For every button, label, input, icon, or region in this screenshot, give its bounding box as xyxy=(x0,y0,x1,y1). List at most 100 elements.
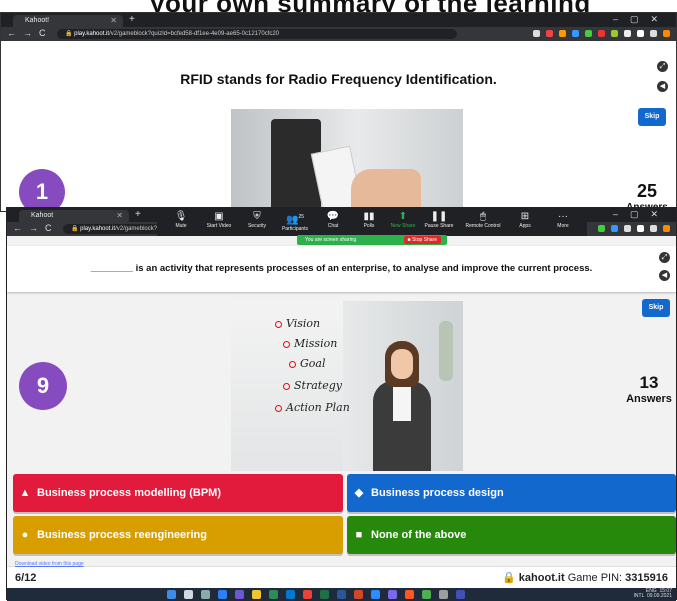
windows-taskbar: ENG 15:07 INTL 09.09.2021 xyxy=(7,588,676,601)
remote-icon: 🖱 xyxy=(480,211,486,222)
skip-button[interactable]: Skip xyxy=(638,108,666,126)
security-button[interactable]: ⛨ Security xyxy=(237,211,277,229)
window-controls[interactable]: –▢✕ xyxy=(613,14,670,25)
start-video-button[interactable]: ▣ Start Video xyxy=(199,211,239,229)
word-icon xyxy=(337,590,346,599)
powerpoint-icon xyxy=(354,590,363,599)
pause-icon: ❚❚ xyxy=(430,211,448,222)
store-icon xyxy=(286,590,295,599)
chat-button[interactable]: 💬 Chat xyxy=(313,211,353,229)
answer-option-yellow[interactable]: ● Business process reengineering xyxy=(13,516,343,554)
step-item: Strategy xyxy=(283,379,342,392)
answer-option-green[interactable]: ■ None of the above xyxy=(347,516,676,554)
woman-figure xyxy=(371,341,431,471)
participants-icon: 👥25 xyxy=(285,214,304,226)
window-controls[interactable]: –▢✕ xyxy=(613,209,670,220)
remote-control-button[interactable]: 🖱 Remote Control xyxy=(459,211,507,229)
question-title: RFID stands for Radio Frequency Identifi… xyxy=(180,71,497,87)
sound-icon[interactable]: ◀ xyxy=(659,270,670,281)
mute-button[interactable]: 🎙 Mute xyxy=(161,211,201,229)
step-item: Mission xyxy=(283,337,337,350)
zoom-icon xyxy=(371,590,380,599)
excel-icon xyxy=(320,590,329,599)
answers-counter: 13 Answers xyxy=(622,373,676,405)
game-pin-label: Game PIN: xyxy=(567,572,623,584)
top-banner: your own summary of the learning xyxy=(0,0,677,12)
game-info: 🔒 kahoot.it Game PIN: 3315916 xyxy=(502,571,668,584)
app-icon xyxy=(456,590,465,599)
share-icon: ⬆ xyxy=(398,211,408,222)
answers-counter: 25 Answers xyxy=(622,181,672,210)
app-icon xyxy=(405,590,414,599)
banner-text: your own summary of the learning xyxy=(150,0,591,12)
nav-buttons[interactable]: ←→C xyxy=(7,28,53,38)
kahoot-footer: Download video from this page 6/12 🔒 kah… xyxy=(7,561,676,588)
settings-icon xyxy=(439,590,448,599)
microphone-icon: 🎙 xyxy=(174,211,188,222)
answers-count-label: Answers xyxy=(626,393,672,405)
widgets-icon xyxy=(218,590,227,599)
answer-option-blue[interactable]: ◆ Business process design xyxy=(347,474,676,512)
new-tab-icon[interactable]: + xyxy=(135,209,141,220)
more-icon: ··· xyxy=(558,211,568,222)
answer-option-red[interactable]: ▲ Business process modelling (BPM) xyxy=(13,474,343,512)
edge-icon xyxy=(269,590,278,599)
extension-icons[interactable] xyxy=(533,30,670,38)
address-bar: ←→C 🔒 play.kahoot.it/v2/gameblock?quizId… xyxy=(1,27,676,41)
question-progress: 6/12 xyxy=(15,572,37,584)
question-title: ________ is an activity that represents … xyxy=(90,263,593,274)
tray-date: 09.09.2021 xyxy=(646,593,672,599)
game-pin: 3315916 xyxy=(625,572,668,584)
circle-icon: ● xyxy=(21,529,29,541)
close-tab-icon[interactable]: ✕ xyxy=(116,211,123,220)
browser-tab[interactable]: Kahoot ✕ xyxy=(19,210,129,222)
apps-button[interactable]: ⊞ Apps xyxy=(505,211,545,229)
question-image-rfid xyxy=(231,109,463,213)
search-icon xyxy=(184,590,193,599)
taskbar-icons[interactable] xyxy=(167,590,465,599)
extension-icons[interactable] xyxy=(598,225,670,233)
kahoot-content: ________ is an activity that represents … xyxy=(7,246,676,578)
skip-button[interactable]: Skip xyxy=(642,299,670,317)
participants-button[interactable]: 👥25 Participants xyxy=(275,211,315,232)
explorer-icon xyxy=(252,590,261,599)
url-field[interactable]: 🔒 play.kahoot.it/v2/gameblock?quizId=bcf… xyxy=(57,29,457,39)
step-item: Vision xyxy=(275,317,320,330)
sound-icon[interactable]: ◀ xyxy=(657,81,668,92)
question-image-vision-plan: Vision Mission Goal Strategy Action Plan xyxy=(231,301,463,471)
new-tab-icon[interactable]: + xyxy=(129,14,135,25)
close-tab-icon[interactable]: ✕ xyxy=(110,16,117,25)
fullscreen-icon[interactable]: ⤢ xyxy=(659,252,670,263)
screen-sharing-text: You are screen sharing xyxy=(305,237,357,243)
front-browser-window: Kahoot✕ + –▢✕ ←→C 🔒 play.kahoot.it/v2/ga… xyxy=(6,207,677,601)
system-tray[interactable]: ENG 15:07 INTL 09.09.2021 xyxy=(634,589,672,599)
brand-name: kahoot.it xyxy=(518,572,565,584)
zoom-toolbar: 🎙 Mute ▣ Start Video ⛨ Security 👥25 Particip… xyxy=(157,208,587,236)
app-icon xyxy=(422,590,431,599)
task-view-icon xyxy=(201,590,210,599)
question-bar: ________ is an activity that represents … xyxy=(7,246,676,292)
tab-title: Kahoot! xyxy=(25,17,50,24)
diamond-icon: ◆ xyxy=(354,487,364,499)
square-icon: ■ xyxy=(355,529,363,541)
fullscreen-icon[interactable]: ⤢ xyxy=(657,61,668,72)
answers-count-value: 25 xyxy=(636,181,658,201)
start-icon xyxy=(167,590,176,599)
browser-tab[interactable]: Kahoot! ✕ xyxy=(13,15,123,27)
new-share-button[interactable]: ⬆ New Share xyxy=(383,211,423,229)
nav-buttons[interactable]: ←→C xyxy=(13,223,59,233)
download-video-link[interactable]: Download video from this page xyxy=(15,561,84,567)
answers-count-value: 13 xyxy=(639,373,659,392)
video-icon: ▣ xyxy=(214,211,224,222)
tab-title: Kahoot xyxy=(31,212,54,219)
step-item: Goal xyxy=(289,357,326,370)
apps-icon: ⊞ xyxy=(520,211,530,222)
back-browser-window: Kahoot! ✕ + –▢✕ ←→C 🔒 play.kahoot.it/v2/g… xyxy=(0,12,677,215)
step-item: Action Plan xyxy=(275,401,350,414)
stop-share-button[interactable]: ■ Stop Share xyxy=(403,236,441,244)
lock-icon: 🔒 xyxy=(502,572,516,584)
more-button[interactable]: ··· More xyxy=(543,211,583,229)
triangle-icon: ▲ xyxy=(19,487,31,499)
pause-share-button[interactable]: ❚❚ Pause Share xyxy=(419,211,459,229)
screen-sharing-bar: You are screen sharing ■ Stop Share xyxy=(297,235,447,245)
